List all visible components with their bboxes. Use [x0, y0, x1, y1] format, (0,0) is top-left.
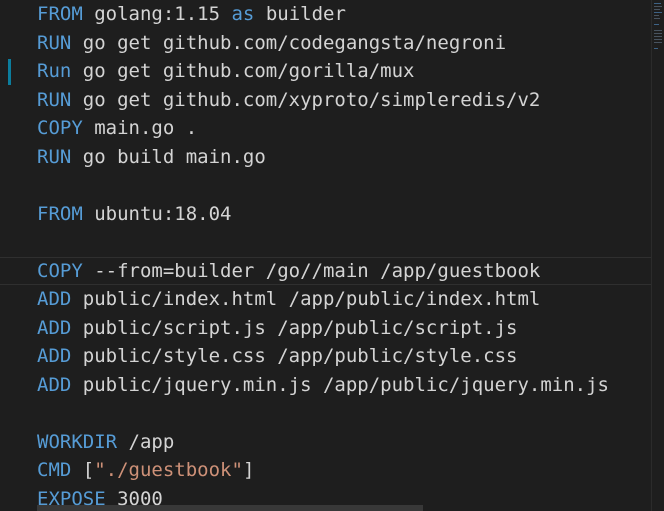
- code-text: builder: [254, 3, 346, 25]
- minimap-line: [654, 48, 658, 49]
- code-text: public/script.js /app/public/script.js: [71, 316, 518, 339]
- code-text: main.go .: [82, 117, 198, 139]
- code-line-17[interactable]: CMD ["./guestbook"]: [0, 456, 651, 485]
- code-text: public/jquery.min.js /app/public/jquery.…: [71, 373, 609, 396]
- minimap-line: [654, 33, 662, 34]
- minimap-line: [654, 3, 661, 4]
- keyword: COPY: [37, 117, 83, 139]
- code-text: go build main.go: [71, 145, 266, 168]
- code-area[interactable]: FROM golang:1.15 as builder RUN go get g…: [0, 0, 651, 511]
- code-text: public/style.css /app/public/style.css: [71, 345, 518, 367]
- keyword: CMD: [37, 459, 72, 481]
- code-line-1[interactable]: FROM golang:1.15 as builder: [0, 0, 651, 29]
- code-text: /app: [117, 430, 175, 453]
- minimap[interactable]: [651, 0, 664, 511]
- code-text: public/index.html /app/public/index.html: [71, 288, 541, 310]
- code-line-10-current[interactable]: COPY --from=builder /go//main /app/guest…: [0, 256, 651, 285]
- code-line-7[interactable]: [0, 171, 651, 200]
- code-text: --from=builder /go//main /app/guestbook: [82, 259, 541, 282]
- code-line-11[interactable]: ADD public/index.html /app/public/index.…: [0, 285, 651, 314]
- code-text: golang:1.15: [82, 3, 232, 25]
- code-line-5[interactable]: COPY main.go .: [0, 114, 651, 143]
- keyword: ADD: [37, 288, 72, 310]
- keyword: FROM: [37, 3, 83, 25]
- code-line-12[interactable]: ADD public/script.js /app/public/script.…: [0, 314, 651, 343]
- string-literal: "./guestbook": [94, 459, 243, 481]
- keyword: RUN: [37, 31, 72, 54]
- keyword: ADD: [37, 316, 72, 339]
- code-editor[interactable]: FROM golang:1.15 as builder RUN go get g…: [0, 0, 664, 511]
- keyword: as: [231, 3, 255, 25]
- code-line-13[interactable]: ADD public/style.css /app/public/style.c…: [0, 342, 651, 371]
- minimap-line: [654, 12, 662, 13]
- code-line-9[interactable]: [0, 228, 651, 257]
- code-text: ]: [242, 459, 255, 481]
- keyword: ADD: [37, 373, 72, 396]
- keyword: WORKDIR: [37, 430, 118, 453]
- minimap-line: [654, 18, 660, 19]
- code-line-14[interactable]: ADD public/jquery.min.js /app/public/jqu…: [0, 371, 651, 400]
- code-line-2[interactable]: RUN go get github.com/codegangsta/negron…: [0, 29, 651, 58]
- code-text: go get github.com/gorilla/mux: [71, 60, 415, 82]
- keyword: Run: [37, 60, 72, 82]
- code-text: go get github.com/xyproto/simpleredis/v2: [71, 88, 541, 111]
- keyword: RUN: [37, 88, 72, 111]
- code-line-8[interactable]: FROM ubuntu:18.04: [0, 200, 651, 229]
- code-line-6[interactable]: RUN go build main.go: [0, 143, 651, 172]
- minimap-line: [654, 15, 659, 16]
- code-line-16[interactable]: WORKDIR /app: [0, 428, 651, 457]
- minimap-line: [654, 39, 662, 40]
- keyword: RUN: [37, 145, 72, 168]
- code-text: ubuntu:18.04: [82, 202, 232, 225]
- code-text: go get github.com/codegangsta/negroni: [71, 31, 507, 54]
- keyword: FROM: [37, 202, 83, 225]
- minimap-line: [654, 24, 659, 25]
- minimap-line: [654, 36, 662, 37]
- code-line-3[interactable]: Run go get github.com/gorilla/mux: [0, 57, 651, 86]
- modified-line-marker[interactable]: [8, 59, 11, 85]
- minimap-line: [654, 9, 660, 10]
- keyword: ADD: [37, 345, 72, 367]
- code-line-15[interactable]: [0, 399, 651, 428]
- code-line-4[interactable]: RUN go get github.com/xyproto/simpleredi…: [0, 86, 651, 115]
- keyword: COPY: [37, 259, 83, 282]
- code-text: [: [71, 459, 95, 481]
- horizontal-scrollbar[interactable]: [37, 505, 423, 511]
- minimap-line: [654, 42, 662, 43]
- minimap-line: [654, 6, 662, 7]
- minimap-line: [654, 30, 662, 31]
